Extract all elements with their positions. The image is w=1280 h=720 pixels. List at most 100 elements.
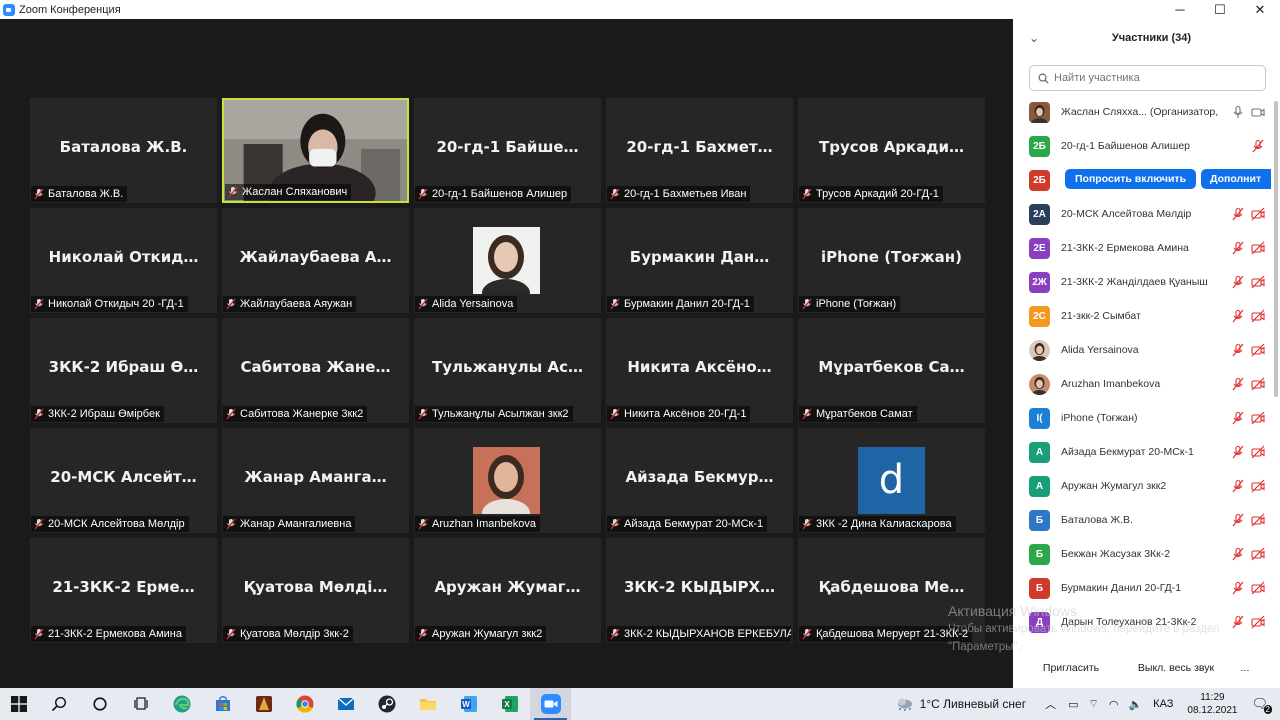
- mic-icon[interactable]: [1231, 105, 1245, 119]
- game-icon[interactable]: [243, 688, 284, 720]
- chevron-up-icon[interactable]: ︿: [1045, 696, 1056, 712]
- participant-tile[interactable]: 3КК-2 Ибраш Ө… 3КК-2 Ибраш Өмірбек: [30, 318, 217, 423]
- invite-button[interactable]: Пригласить: [1033, 658, 1109, 678]
- video-off-icon[interactable]: [1251, 445, 1265, 459]
- ask-to-unmute-button[interactable]: Попросить включить: [1065, 169, 1197, 189]
- video-icon[interactable]: [1251, 105, 1265, 119]
- steam-icon[interactable]: [366, 688, 407, 720]
- participant-tile[interactable]: Жайлаубаева А… Жайлаубаева Аяужан: [222, 208, 409, 313]
- participant-row[interactable]: А Айзада Бекмурат 20-МСк-1: [1013, 435, 1271, 469]
- participant-tile[interactable]: iPhone (Тоғжан) iPhone (Тоғжан): [798, 208, 985, 313]
- video-off-icon[interactable]: [1251, 513, 1265, 527]
- scrollbar[interactable]: [1274, 101, 1278, 397]
- mic-muted-icon[interactable]: [1231, 275, 1245, 289]
- mic-muted-icon[interactable]: [1231, 479, 1245, 493]
- participant-tile[interactable]: Трусов Аркади… Трусов Аркадий 20-ГД-1: [798, 98, 985, 203]
- search-icon[interactable]: [38, 688, 79, 720]
- task-view-icon[interactable]: [120, 688, 161, 720]
- mic-muted-icon[interactable]: [1231, 547, 1245, 561]
- video-off-icon[interactable]: [1251, 207, 1265, 221]
- video-off-icon[interactable]: [1251, 309, 1265, 323]
- store-icon[interactable]: [202, 688, 243, 720]
- participant-tile[interactable]: 20-гд-1 Байше… 20-гд-1 Байшенов Алишер: [414, 98, 601, 203]
- participant-tile[interactable]: d 3КК -2 Дина Калиаскарова: [798, 428, 985, 533]
- chrome-icon[interactable]: [284, 688, 325, 720]
- participant-tile[interactable]: Айзада Бекмур… Айзада Бекмурат 20-МСк-1: [606, 428, 793, 533]
- mic-muted-icon[interactable]: [1231, 615, 1245, 629]
- word-icon[interactable]: W: [448, 688, 489, 720]
- maximize-button[interactable]: ☐: [1200, 0, 1240, 19]
- participant-tile[interactable]: Aruzhan Imanbekova: [414, 428, 601, 533]
- mic-muted-icon[interactable]: [1231, 207, 1245, 221]
- weather-widget[interactable]: 1°C Ливневый снег: [895, 696, 1026, 712]
- participant-row[interactable]: Aruzhan Imanbekova: [1013, 367, 1271, 401]
- participant-tile[interactable]: Баталова Ж.В. Баталова Ж.В.: [30, 98, 217, 203]
- mic-muted-icon[interactable]: [1251, 139, 1265, 153]
- mic-muted-icon[interactable]: [1231, 343, 1245, 357]
- clock[interactable]: 11:29 08.12.2021: [1187, 691, 1237, 717]
- participant-row[interactable]: 2А 20-МСК Алсейтова Мөлдір: [1013, 197, 1271, 231]
- participant-row[interactable]: 2С 21-зкк-2 Сымбат: [1013, 299, 1271, 333]
- battery-icon[interactable]: ▭: [1068, 698, 1078, 711]
- participant-search[interactable]: [1029, 65, 1266, 91]
- participant-tile[interactable]: Alida Yersainova: [414, 208, 601, 313]
- participant-row[interactable]: Б Бекжан Жасузак 3Кк-2: [1013, 537, 1271, 571]
- participant-tile[interactable]: Аружан Жумаг… Аружан Жумагул зкк2: [414, 538, 601, 643]
- mic-muted-icon[interactable]: [1231, 241, 1245, 255]
- zoom-icon[interactable]: [530, 688, 571, 720]
- participant-tile[interactable]: Қуатова Мөлді… Қуатова Мөлдір 3кк-2: [222, 538, 409, 643]
- mic-muted-icon[interactable]: [1231, 445, 1245, 459]
- participant-tile[interactable]: 3КК-2 КЫДЫРХ… 3КК-2 КЫДЫРХАНОВ ЕРКЕБУЛАН: [606, 538, 793, 643]
- windows-start-icon[interactable]: [0, 688, 38, 720]
- mail-icon[interactable]: [325, 688, 366, 720]
- mic-muted-icon[interactable]: [1231, 411, 1245, 425]
- participant-tile[interactable]: Никита Аксёно… Никита Аксёнов 20-ГД-1: [606, 318, 793, 423]
- search-input[interactable]: [1054, 72, 1254, 84]
- participant-tile[interactable]: Тульжанұлы Ас… Тульжанұлы Асылжан зкк2: [414, 318, 601, 423]
- video-off-icon[interactable]: [1251, 275, 1265, 289]
- participant-tile[interactable]: 21-3КК-2 Ерме… 21-3КК-2 Ермекова Амина: [30, 538, 217, 643]
- excel-icon[interactable]: X: [489, 688, 530, 720]
- video-off-icon[interactable]: [1251, 615, 1265, 629]
- participant-row[interactable]: Б Бурмакин Данил 20-ГД-1: [1013, 571, 1271, 605]
- video-off-icon[interactable]: [1251, 343, 1265, 357]
- video-off-icon[interactable]: [1251, 411, 1265, 425]
- participant-tile[interactable]: Жаслан Сляханович: [222, 98, 409, 203]
- participant-row[interactable]: 2Е 21-3КК-2 Ермекова Амина: [1013, 231, 1271, 265]
- participant-row[interactable]: 2Ж 21-3КК-2 Жанділдаев Қуаныш: [1013, 265, 1271, 299]
- cortana-icon[interactable]: [79, 688, 120, 720]
- mic-muted-icon[interactable]: [1231, 377, 1245, 391]
- video-off-icon[interactable]: [1251, 377, 1265, 391]
- participant-row[interactable]: 2Б 20-гд-1 Байшенов Алишер: [1013, 129, 1271, 163]
- participant-tile[interactable]: Бурмакин Дан… Бурмакин Данил 20-ГД-1: [606, 208, 793, 313]
- more-options-button[interactable]: ...: [1235, 658, 1255, 678]
- language-indicator[interactable]: КАЗ: [1153, 698, 1173, 710]
- wifi-icon[interactable]: ◠: [1109, 698, 1119, 711]
- edge-icon[interactable]: [161, 688, 202, 720]
- participant-row[interactable]: I(iPhone (Тоғжан): [1013, 401, 1271, 435]
- mic-muted-icon[interactable]: [1231, 309, 1245, 323]
- participant-tile[interactable]: Николай Откид… Николай Откидыч 20 -ГД-1: [30, 208, 217, 313]
- video-off-icon[interactable]: [1251, 479, 1265, 493]
- volume-icon[interactable]: 🔈: [1128, 698, 1142, 711]
- minimize-button[interactable]: ─: [1160, 0, 1200, 19]
- participant-row[interactable]: Жаслан Сляхха... (Организатор, я): [1013, 95, 1271, 129]
- mic-muted-icon[interactable]: [1231, 581, 1245, 595]
- video-off-icon[interactable]: [1251, 581, 1265, 595]
- participant-row[interactable]: 2Б Попросить включить Дополнит: [1013, 163, 1271, 197]
- network-icon[interactable]: ⌔: [1089, 697, 1099, 711]
- participant-tile[interactable]: 20-МСК Алсейт… 20-МСК Алсейтова Мөлдір: [30, 428, 217, 533]
- video-off-icon[interactable]: [1251, 547, 1265, 561]
- participant-row[interactable]: Б Баталова Ж.В.: [1013, 503, 1271, 537]
- mute-all-button[interactable]: Выкл. весь звук: [1127, 658, 1225, 678]
- participant-tile[interactable]: 20-гд-1 Бахмет… 20-гд-1 Бахметьев Иван: [606, 98, 793, 203]
- participant-tile[interactable]: Сабитова Жане… Сабитова Жанерке 3кк2: [222, 318, 409, 423]
- more-button[interactable]: Дополнит: [1201, 169, 1271, 189]
- participant-tile[interactable]: Жанар Аманга… Жанар Амангалиевна: [222, 428, 409, 533]
- participant-tile[interactable]: Мұратбеков Са… Мұратбеков Самат: [798, 318, 985, 423]
- participant-row[interactable]: А Аружан Жумагул зкк2: [1013, 469, 1271, 503]
- notifications-icon[interactable]: 🗨 2: [1251, 696, 1272, 714]
- mic-muted-icon[interactable]: [1231, 513, 1245, 527]
- explorer-icon[interactable]: [407, 688, 448, 720]
- close-button[interactable]: ✕: [1240, 0, 1280, 19]
